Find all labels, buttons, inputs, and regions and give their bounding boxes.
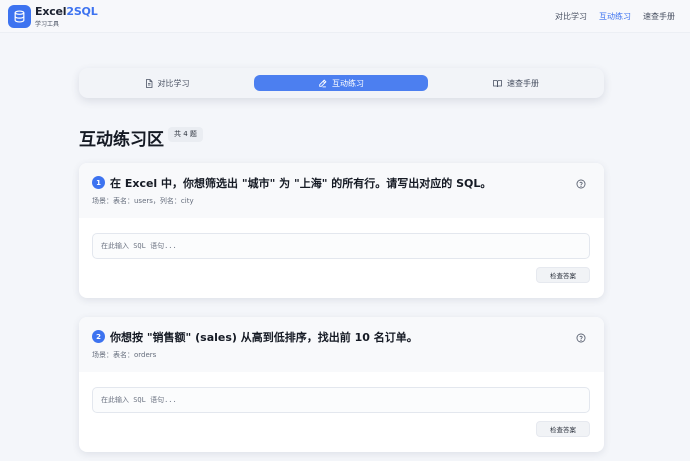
tab-practice[interactable]: 互动练习 [254,75,428,91]
question-card: 2 你想按 "销售额" (sales) 从高到低排序，找出前 10 名订单。 场… [79,317,604,452]
tab-compare[interactable]: 对比学习 [87,75,247,91]
tab-cheatsheet-label: 速查手册 [507,78,539,88]
mode-tabs: 对比学习 互动练习 速查手册 [79,68,604,98]
question-number-badge: 1 [92,176,105,189]
help-circle-icon[interactable] [576,333,586,343]
check-answer-button[interactable]: 检查答案 [536,421,590,437]
nav-link-practice[interactable]: 互动练习 [599,11,631,22]
tab-compare-label: 对比学习 [157,78,190,88]
brand-subtitle: 学习工具 [35,21,60,28]
pen-icon [319,78,327,87]
question-text: 你想按 "销售额" (sales) 从高到低排序，找出前 10 名订单。 [110,331,418,344]
sql-answer-input[interactable] [92,387,590,413]
question-text: 在 Excel 中，你想筛选出 "城市" 为 "上海" 的所有行。请写出对应的 … [110,177,492,190]
book-icon [493,79,502,87]
question-card: 1 在 Excel 中，你想筛选出 "城市" 为 "上海" 的所有行。请写出对应… [79,163,604,298]
nav-link-cheatsheet[interactable]: 速查手册 [643,11,675,22]
page-title: 互动练习区 [79,130,164,150]
question-count-badge: 共 4 题 [168,127,203,142]
brand-title-main: Excel [35,5,67,18]
tab-practice-label: 互动练习 [332,78,364,88]
question-header: 1 在 Excel 中，你想筛选出 "城市" 为 "上海" 的所有行。请写出对应… [79,163,604,218]
question-header: 2 你想按 "销售额" (sales) 从高到低排序，找出前 10 名订单。 场… [79,317,604,372]
tab-cheatsheet[interactable]: 速查手册 [436,75,596,91]
question-scenario: 场景：表名：orders [92,351,157,359]
question-scenario: 场景：表名：users，列名：city [92,197,194,205]
database-icon[interactable] [8,5,31,28]
question-number-badge: 2 [92,330,105,343]
brand-title[interactable]: Excel2SQL [35,5,98,18]
help-circle-icon[interactable] [576,179,586,189]
document-icon [145,78,152,88]
check-answer-button[interactable]: 检查答案 [536,267,590,283]
sql-answer-input[interactable] [92,233,590,259]
top-header: Excel2SQL 学习工具 对比学习 互动练习 速查手册 [0,0,690,33]
nav-link-compare[interactable]: 对比学习 [555,11,587,22]
brand-title-accent: 2SQL [66,5,98,18]
